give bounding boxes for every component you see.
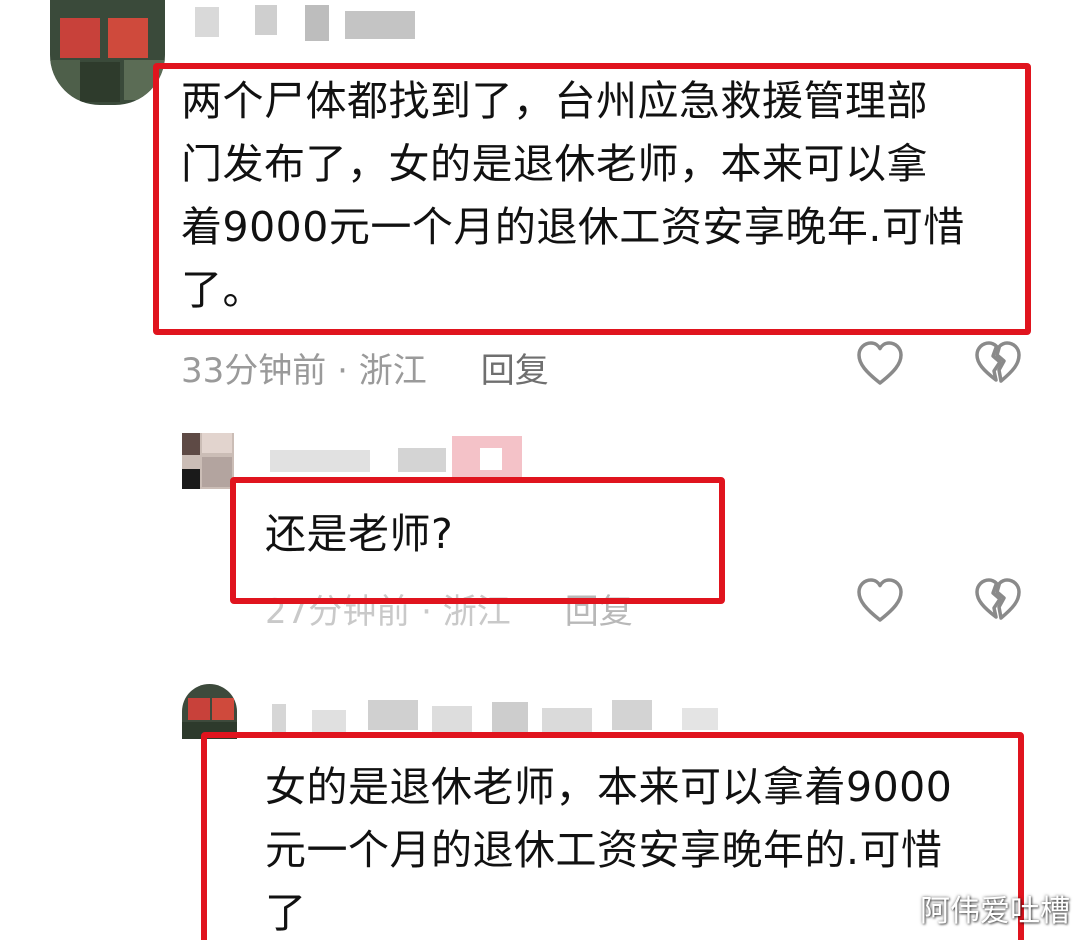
reply-button[interactable]: 回复 [481, 351, 549, 391]
avatar[interactable] [50, 0, 165, 105]
heart-outline-icon[interactable] [854, 338, 906, 390]
broken-heart-icon[interactable] [972, 575, 1024, 627]
comment-text: 女的是退休老师，本来可以拿着9000 元一个月的退休工资安享晚年的.可惜 了 [265, 763, 953, 937]
avatar[interactable] [182, 433, 234, 489]
watermark: 阿伟爱吐槽 [920, 894, 1070, 929]
username-blurred[interactable] [195, 5, 425, 45]
highlight-box [153, 63, 1031, 335]
meta-separator: · [326, 351, 359, 391]
avatar[interactable] [182, 684, 237, 739]
comment-location: 浙江 [358, 351, 427, 391]
broken-heart-icon[interactable] [972, 338, 1024, 390]
comment-meta: 33分钟前 · 浙江 回复 [181, 343, 549, 392]
highlight-box [230, 477, 725, 604]
comment-thread-screenshot: 两个尸体都找到了，台州应急救援管理部 门发布了，女的是退休老师，本来可以拿 着9… [0, 0, 1080, 940]
comment-time: 33分钟前 [181, 351, 327, 391]
username-blurred[interactable] [270, 436, 530, 480]
heart-outline-icon[interactable] [854, 575, 906, 627]
